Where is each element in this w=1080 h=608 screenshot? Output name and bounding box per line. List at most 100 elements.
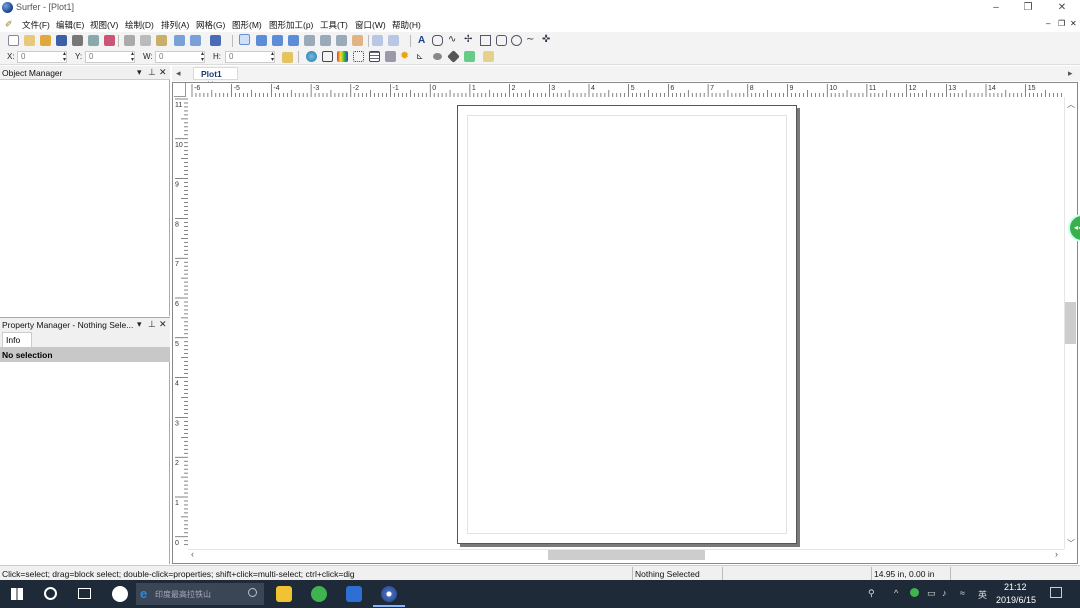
polygon-tool-icon[interactable] [432, 35, 443, 46]
scroll-down-icon[interactable]: ﹀ [1067, 538, 1075, 549]
menu-window[interactable]: 窗口(W) [355, 19, 386, 31]
input-language[interactable]: 英 [978, 588, 987, 601]
pan-hand-icon[interactable] [352, 35, 363, 46]
restore-button[interactable]: ❐ [1018, 1, 1038, 15]
panel-close-icon[interactable]: ✕ [159, 319, 167, 330]
zoom-out-icon[interactable] [272, 35, 283, 46]
refresh-icon[interactable] [388, 35, 399, 46]
shaded-relief-icon[interactable] [464, 51, 475, 62]
horizontal-scroll-thumb[interactable] [548, 550, 705, 560]
menu-draw[interactable]: 绘制(D) [125, 19, 154, 31]
layer-map-icon[interactable] [385, 51, 396, 62]
new-icon[interactable] [8, 35, 19, 46]
image-map-icon[interactable] [337, 51, 348, 62]
new-worksheet-icon[interactable] [24, 35, 35, 46]
clock-date[interactable]: 2019/6/15 [996, 595, 1036, 605]
undo-icon[interactable] [174, 35, 185, 46]
browser-icon[interactable] [311, 586, 327, 602]
select-tool-icon[interactable] [239, 34, 250, 45]
tab-scroll-left-icon[interactable]: ◂ [176, 68, 181, 79]
zoom-selected-icon[interactable] [336, 35, 347, 46]
ellipse-tool-icon[interactable] [511, 35, 522, 46]
help-pointer-icon[interactable] [210, 35, 221, 46]
object-manager-tree[interactable] [0, 80, 170, 316]
menu-grid[interactable]: 网格(G) [196, 19, 225, 31]
rounded-rectangle-tool-icon[interactable] [496, 35, 507, 46]
menu-arrange[interactable]: 排列(A) [161, 19, 189, 31]
tab-plot1[interactable]: Plot1 ✕ [193, 67, 238, 89]
wireframe-icon[interactable] [447, 50, 460, 63]
app-menu-icon[interactable]: ✐ [5, 19, 17, 29]
surfer-taskbar-icon[interactable] [381, 586, 397, 602]
x-spinner[interactable]: ▴ ▾ [63, 51, 69, 63]
zoom-page-icon[interactable] [320, 35, 331, 46]
menu-file[interactable]: 文件(F) [22, 19, 50, 31]
h-field[interactable]: 0 [225, 51, 275, 63]
paste-icon[interactable] [156, 35, 167, 46]
scroll-right-icon[interactable]: › [1055, 549, 1058, 559]
mdi-restore-button[interactable]: ❐ [1058, 19, 1065, 28]
file-explorer-icon[interactable] [276, 586, 292, 602]
people-icon[interactable]: ⚲ [868, 588, 875, 599]
menu-edit[interactable]: 编辑(E) [56, 19, 84, 31]
post-map-icon[interactable] [353, 51, 364, 62]
notification-icon[interactable] [1050, 587, 1062, 598]
dropdown-icon[interactable]: ▾ [137, 67, 142, 78]
text-tool-icon[interactable]: A [418, 35, 429, 46]
w-spinner[interactable]: ▴ ▾ [201, 51, 207, 63]
x-field[interactable]: 0 [17, 51, 67, 63]
save-icon[interactable] [56, 35, 67, 46]
y-field[interactable]: 0 [85, 51, 135, 63]
menu-help[interactable]: 帮助(H) [392, 19, 421, 31]
polyline-tool-icon[interactable]: ∿ [448, 35, 459, 46]
scroll-left-icon[interactable]: ‹ [191, 549, 194, 559]
vertical-scroll-thumb[interactable] [1065, 302, 1076, 344]
zoom-rectangle-icon[interactable] [304, 35, 315, 46]
volume-icon[interactable]: ♪ [942, 588, 947, 598]
h-spinner[interactable]: ▴ ▾ [271, 51, 277, 63]
clock-time[interactable]: 21:12 [1004, 582, 1027, 592]
pinned-app-icon[interactable] [112, 586, 128, 602]
redo-icon[interactable] [190, 35, 201, 46]
dropdown-icon[interactable]: ▾ [137, 319, 142, 330]
print-icon[interactable] [72, 35, 83, 46]
panel-close-icon[interactable]: ✕ [159, 67, 167, 78]
copy-icon[interactable] [140, 35, 151, 46]
new-map-icon[interactable] [306, 51, 317, 62]
export-icon[interactable] [104, 35, 115, 46]
task-view-icon[interactable] [78, 588, 91, 599]
wifi-icon[interactable]: ≈ [960, 588, 965, 598]
mdi-close-button[interactable]: ✕ [1070, 19, 1077, 28]
scroll-up-icon[interactable]: ︿ [1067, 99, 1075, 110]
w-field[interactable]: 0 [155, 51, 205, 63]
cut-icon[interactable] [124, 35, 135, 46]
mdi-minimize-button[interactable]: – [1046, 19, 1050, 28]
spline-tool-icon[interactable]: ∼ [526, 35, 537, 46]
y-spinner[interactable]: ▴ ▾ [131, 51, 137, 63]
grid-node-icon[interactable] [369, 51, 380, 62]
zoom-in-icon[interactable] [256, 35, 267, 46]
tab-scroll-right-icon[interactable]: ▸ [1068, 68, 1073, 79]
vector-map-icon[interactable]: ✹ [400, 51, 411, 62]
close-button[interactable]: ✕ [1052, 1, 1072, 15]
redraw-icon[interactable] [372, 35, 383, 46]
battery-icon[interactable]: ▭ [927, 588, 936, 599]
axis-icon[interactable]: ⊾ [416, 51, 427, 62]
tray-app-icon[interactable] [910, 588, 919, 597]
open-icon[interactable] [40, 35, 51, 46]
pin-icon[interactable]: ⊥ [148, 67, 156, 78]
symbol-tool-icon[interactable]: ✢ [464, 35, 475, 46]
menu-map[interactable]: 图形(M) [232, 19, 262, 31]
zoom-fit-icon[interactable] [288, 35, 299, 46]
lock-icon[interactable] [282, 52, 293, 63]
cortana-icon[interactable] [44, 587, 57, 600]
tab-info[interactable]: Info [2, 332, 32, 347]
surface-icon[interactable] [433, 53, 442, 60]
menu-view[interactable]: 视图(V) [90, 19, 118, 31]
wps-icon[interactable] [346, 586, 362, 602]
digitize-tool-icon[interactable]: ✜ [542, 35, 553, 46]
pin-icon[interactable]: ⊥ [148, 319, 156, 330]
minimize-button[interactable]: – [986, 1, 1006, 15]
windows-start-icon[interactable] [11, 588, 23, 600]
base-map-icon[interactable] [322, 51, 333, 62]
